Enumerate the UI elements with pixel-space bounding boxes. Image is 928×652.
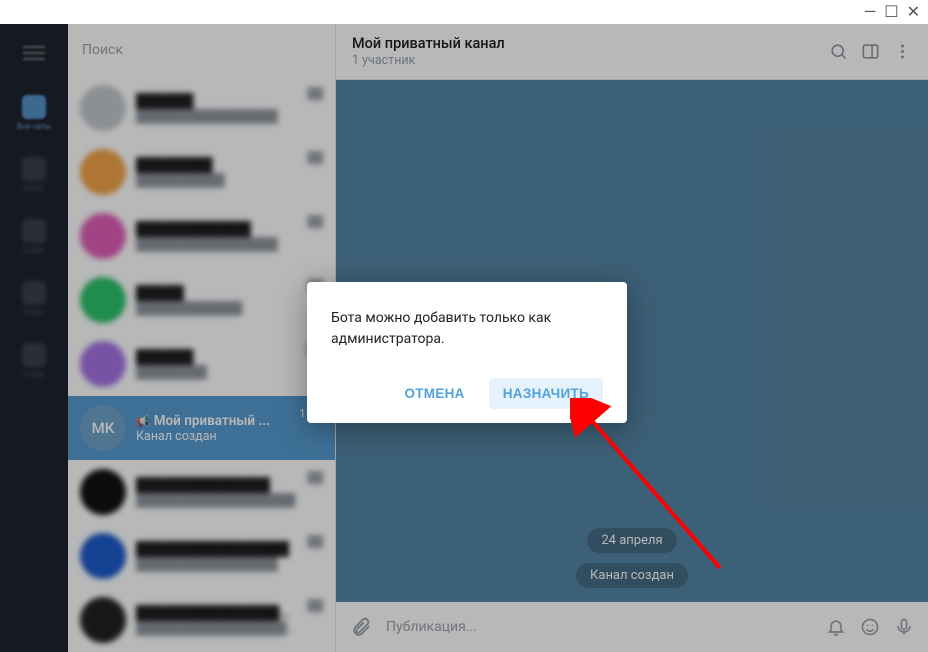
confirm-button[interactable]: НАЗНАЧИТЬ: [489, 378, 603, 409]
dialog-message: Бота можно добавить только как администр…: [331, 308, 603, 350]
minimize-icon[interactable]: —: [864, 4, 877, 20]
maximize-icon[interactable]: ☐: [884, 4, 898, 20]
window-titlebar: — ☐ ✕: [0, 0, 928, 24]
close-icon[interactable]: ✕: [907, 4, 920, 20]
confirm-dialog: Бота можно добавить только как администр…: [307, 282, 627, 423]
cancel-button[interactable]: ОТМЕНА: [390, 378, 478, 409]
